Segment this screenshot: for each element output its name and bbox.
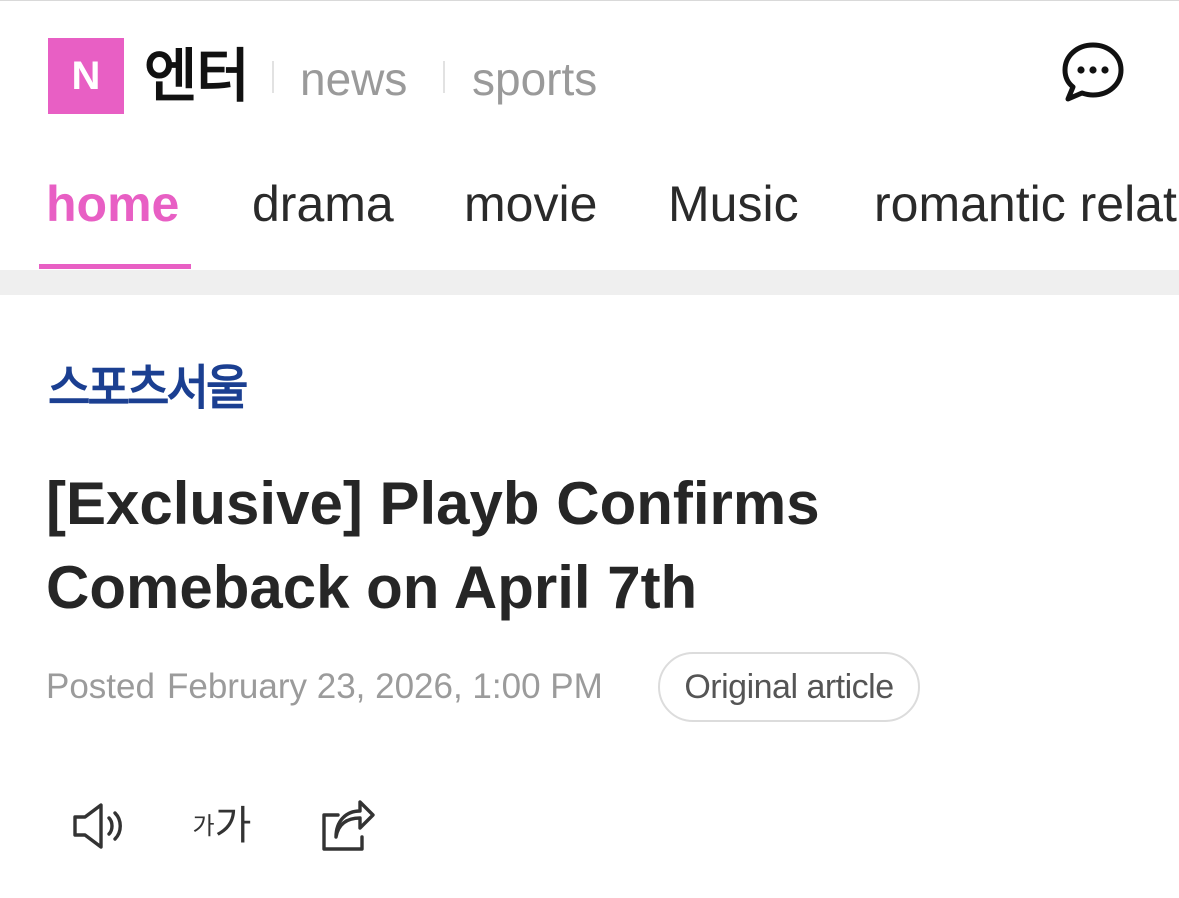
speaker-icon: [73, 803, 122, 849]
tab-drama[interactable]: drama: [252, 174, 394, 234]
posted-label: Posted: [46, 667, 155, 706]
tab-music[interactable]: Music: [668, 174, 799, 234]
section-link-sports[interactable]: sports: [472, 49, 597, 109]
press-logo[interactable]: 스포츠서울: [48, 358, 248, 418]
tab-movie[interactable]: movie: [464, 174, 597, 234]
font-small-glyph: 가: [192, 812, 215, 840]
share-button[interactable]: [314, 796, 378, 856]
app-header: N 엔터 news sports: [0, 1, 1179, 151]
header-separator: [272, 61, 274, 93]
posted-date: February 23, 2026, 1:00 PM: [166, 667, 603, 706]
original-article-button[interactable]: Original article: [658, 652, 920, 722]
article-meta: Posted February 23, 2026, 1:00 PM: [46, 660, 603, 714]
chat-button[interactable]: [1060, 39, 1126, 105]
section-divider-band: [0, 270, 1179, 295]
tab-romantic-relationship[interactable]: romantic relat: [874, 174, 1177, 234]
font-size-button[interactable]: 가가: [186, 796, 258, 856]
active-tab-indicator: [39, 264, 191, 269]
header-separator: [443, 61, 445, 93]
text-to-speech-button[interactable]: [68, 796, 132, 856]
section-link-news[interactable]: news: [300, 49, 407, 109]
naver-logo[interactable]: N: [48, 38, 124, 114]
font-big-glyph: 가: [214, 803, 252, 849]
chat-bubble-dots-icon: [1062, 42, 1124, 102]
tab-home[interactable]: home: [46, 174, 179, 234]
share-icon: [322, 800, 375, 851]
article-title: [Exclusive] Playb Confirms Comeback on A…: [46, 470, 820, 621]
brand-title[interactable]: 엔터: [144, 41, 250, 111]
category-tabs: home drama movie Music romantic relat: [0, 150, 1179, 270]
